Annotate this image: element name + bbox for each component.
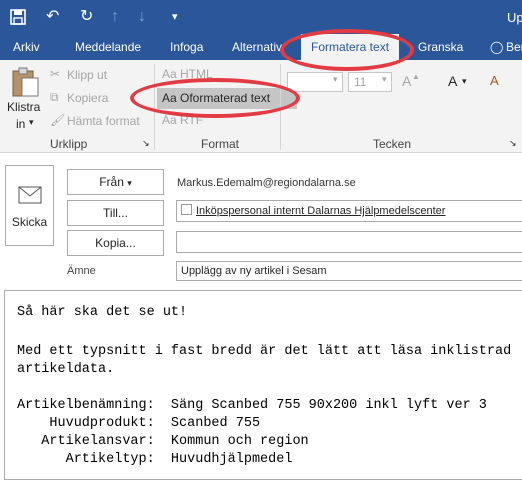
send-label: Skicka	[11, 215, 48, 229]
message-line: artikeldata.	[17, 362, 115, 377]
down-arrow-icon[interactable]: ↓	[138, 0, 146, 34]
format-highlight-ellipse	[130, 78, 300, 118]
copy-icon: ⧉	[50, 90, 59, 104]
tab-tell-me[interactable]: Ber	[506, 34, 522, 60]
lightbulb-icon[interactable]: ◯	[490, 34, 503, 60]
cut-button[interactable]: Klipp ut	[67, 68, 107, 82]
clipboard-group-label: Urklipp	[50, 137, 88, 151]
format-group-label: Format	[201, 137, 240, 151]
paste-label-line2[interactable]: in	[16, 117, 25, 131]
font-size-dropdown-icon[interactable]: ▾	[382, 74, 387, 85]
dialog-launcher-icon[interactable]: ↘	[142, 138, 150, 149]
clear-formatting-icon[interactable]: A	[490, 73, 499, 88]
grow-font-icon: ▲	[412, 72, 420, 81]
grow-font-button[interactable]: A	[402, 73, 411, 89]
save-icon[interactable]	[10, 0, 26, 38]
message-line: Artikelbenämning: Säng Scanbed 755 90x20…	[17, 398, 487, 413]
send-button[interactable]: Skicka	[5, 165, 54, 246]
from-button-label: Från	[99, 175, 124, 189]
to-recipient[interactable]: Inköpspersonal internt Dalarnas Hjälpmed…	[196, 205, 445, 217]
undo-icon[interactable]: ↶	[46, 0, 59, 34]
copy-button[interactable]: Kopiera	[67, 91, 108, 105]
message-line: Artikeltyp: Huvudhjälpmedel	[17, 452, 293, 467]
up-arrow-icon[interactable]: ↑	[111, 0, 119, 34]
shrink-font-icon: ▾	[462, 76, 467, 86]
cc-field[interactable]	[176, 231, 522, 253]
tab-meddelande[interactable]: Meddelande	[75, 34, 141, 60]
subject-label: Ämne	[67, 265, 96, 277]
cc-button[interactable]: Kopia...	[67, 230, 164, 256]
font-dialog-launcher-icon[interactable]: ↘	[509, 138, 517, 149]
font-name-dropdown-icon[interactable]: ▾	[333, 74, 338, 85]
message-line: Huvudprodukt: Scanbed 755	[17, 416, 261, 431]
title-bar: ↶ ↻ ↑ ↓ ▾ Upp	[0, 0, 522, 34]
tab-alternativ[interactable]: Alternativ	[232, 34, 282, 60]
tab-infoga[interactable]: Infoga	[170, 34, 203, 60]
font-size-value: 11	[354, 75, 367, 89]
message-line: Med ett typsnitt i fast bredd är det lät…	[17, 344, 512, 359]
to-button[interactable]: Till...	[67, 200, 164, 226]
font-group-label: Tecken	[373, 137, 412, 151]
from-address: Markus.Edemalm@regiondalarna.se	[177, 177, 356, 189]
paste-label[interactable]: Klistra	[7, 100, 40, 114]
format-painter-button[interactable]: Hämta format	[67, 114, 140, 128]
subject-field[interactable]: Upplägg av ny artikel i Sesam	[176, 261, 522, 281]
contact-icon	[181, 204, 192, 215]
tab-granska[interactable]: Granska	[418, 34, 463, 60]
to-field[interactable]: Inköpspersonal internt Dalarnas Hjälpmed…	[176, 200, 522, 222]
format-painter-icon: 🖌	[50, 113, 66, 127]
html-format-aa: Aa	[162, 67, 177, 81]
redo-icon[interactable]: ↻	[80, 0, 93, 34]
shrink-font-button[interactable]: A	[448, 73, 457, 89]
message-line: Artikelansvar: Kommun och region	[17, 434, 309, 449]
tab-arkiv[interactable]: Arkiv	[13, 34, 40, 60]
chevron-down-icon: ▾	[127, 178, 132, 188]
customize-qat-icon[interactable]: ▾	[172, 0, 178, 34]
message-line: Så här ska det se ut!	[17, 305, 188, 320]
clipboard-icon[interactable]	[8, 66, 40, 98]
send-icon	[18, 186, 41, 204]
window-title: Upp	[507, 10, 522, 25]
from-button[interactable]: Från ▾	[67, 169, 164, 195]
tab-highlight-ellipse	[280, 29, 414, 71]
paste-dropdown-icon[interactable]: ▾	[29, 117, 34, 128]
scissors-icon: ✂	[50, 67, 61, 81]
